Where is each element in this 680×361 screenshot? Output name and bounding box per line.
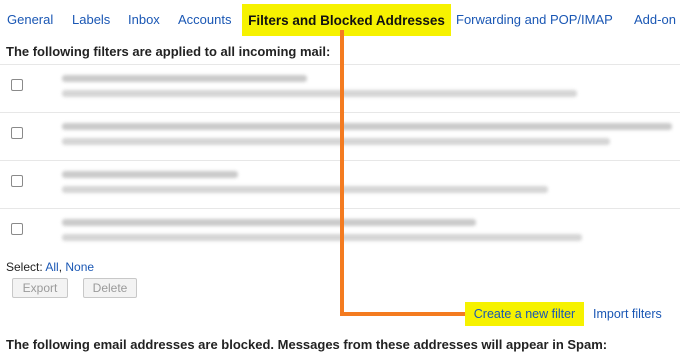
filter-checkbox[interactable] [11, 175, 23, 187]
select-label: Select: [6, 260, 43, 274]
filter-checkbox[interactable] [11, 127, 23, 139]
tab-accounts[interactable]: Accounts [178, 12, 231, 27]
tab-add-ons[interactable]: Add-on [634, 12, 676, 27]
tab-forwarding-pop-imap[interactable]: Forwarding and POP/IMAP [456, 12, 613, 27]
redacted-filter-actions [62, 90, 577, 97]
annotation-line-vertical [340, 30, 344, 316]
filter-checkbox[interactable] [11, 79, 23, 91]
select-row: Select: All, None [6, 260, 94, 274]
redacted-filter-criteria [62, 219, 476, 226]
filter-checkbox[interactable] [11, 223, 23, 235]
tab-inbox[interactable]: Inbox [128, 12, 160, 27]
export-button[interactable]: Export [12, 278, 68, 298]
delete-button[interactable]: Delete [83, 278, 137, 298]
import-filters-link[interactable]: Import filters [593, 307, 662, 321]
annotation-line-horizontal [340, 312, 468, 316]
filters-heading: The following filters are applied to all… [6, 44, 331, 59]
redacted-filter-actions [62, 186, 548, 193]
tab-general[interactable]: General [7, 12, 53, 27]
redacted-filter-actions [62, 138, 610, 145]
select-all-link[interactable]: All [45, 260, 58, 274]
redacted-filter-criteria [62, 123, 672, 130]
select-none-link[interactable]: None [65, 260, 94, 274]
create-filter-link[interactable]: Create a new filter [465, 302, 584, 326]
tab-labels[interactable]: Labels [72, 12, 110, 27]
tab-filters-and-blocked-addresses[interactable]: Filters and Blocked Addresses [242, 4, 451, 36]
blocked-addresses-heading: The following email addresses are blocke… [6, 337, 608, 352]
redacted-filter-criteria [62, 171, 238, 178]
redacted-filter-criteria [62, 75, 307, 82]
redacted-filter-actions [62, 234, 582, 241]
